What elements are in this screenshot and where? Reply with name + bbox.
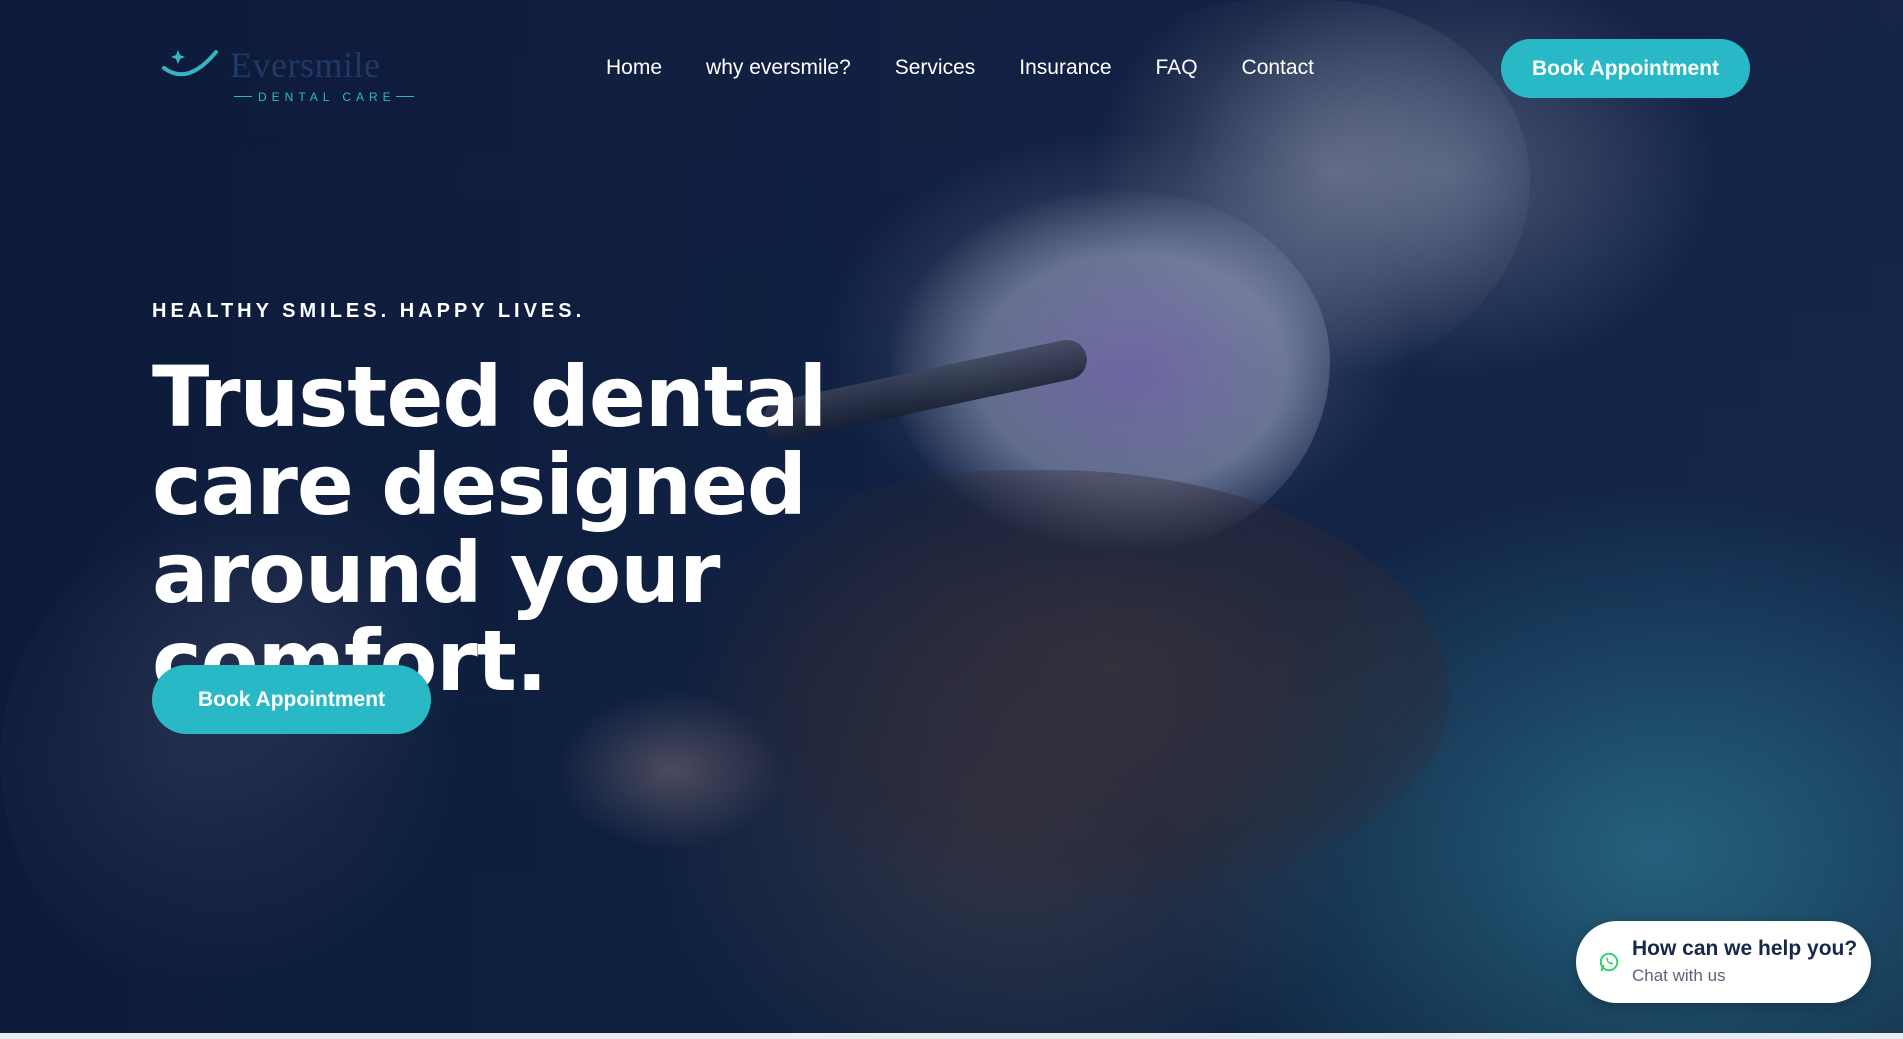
logo-name: Eversmile [230,45,381,85]
logo-divider-left [234,96,252,97]
nav-item-contact[interactable]: Contact [1242,56,1314,80]
page-bottom-strip [0,1033,1903,1039]
nav-item-why-eversmile[interactable]: why eversmile? [706,56,851,80]
hero-content: HEALTHY SMILES. HAPPY LIVES. Trusted den… [152,300,1052,705]
nav-item-insurance[interactable]: Insurance [1019,56,1111,80]
logo[interactable]: Eversmile DENTAL CARE [158,38,418,108]
logo-smile-icon [162,50,218,77]
chat-subtitle: Chat with us [1632,966,1726,985]
chat-title: How can we help you? [1632,937,1858,960]
chat-widget[interactable]: How can we help you? Chat with us [1576,921,1871,1003]
main-nav: Home why eversmile? Services Insurance F… [606,56,1314,80]
nav-item-home[interactable]: Home [606,56,662,80]
header-book-appointment-button[interactable]: Book Appointment [1501,39,1750,98]
hero-book-appointment-button[interactable]: Book Appointment [152,665,431,734]
whatsapp-icon [1599,952,1619,972]
nav-item-services[interactable]: Services [895,56,976,80]
logo-subtitle: DENTAL CARE [258,90,396,104]
logo-divider-right [396,96,414,97]
hero-tagline: HEALTHY SMILES. HAPPY LIVES. [152,300,586,322]
nav-item-faq[interactable]: FAQ [1156,56,1198,80]
site-header: Eversmile DENTAL CARE Home why eversmile… [0,0,1903,140]
hero-section: Eversmile DENTAL CARE Home why eversmile… [0,0,1903,1033]
hero-headline: Trusted dental care designed around your… [152,348,827,710]
